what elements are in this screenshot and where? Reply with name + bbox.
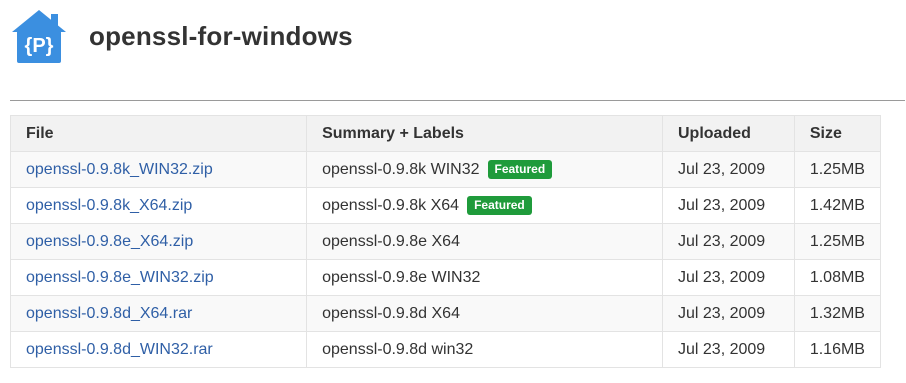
file-cell: openssl-0.9.8e_WIN32.zip: [9, 259, 308, 296]
summary-cell: openssl-0.9.8d X64: [306, 295, 663, 332]
project-header: {P} openssl-for-windows: [0, 0, 906, 100]
featured-badge[interactable]: Featured: [487, 160, 553, 179]
summary-text: openssl-0.9.8d win32: [322, 340, 474, 358]
table-row: openssl-0.9.8e_X64.zip openssl-0.9.8e X6…: [9, 223, 882, 260]
size-cell: 1.32MB: [793, 295, 882, 332]
featured-badge[interactable]: Featured: [467, 196, 532, 215]
summary-cell: openssl-0.9.8d win32: [306, 331, 663, 368]
column-header-summary[interactable]: Summary + Labels: [306, 115, 663, 152]
uploaded-cell: Jul 23, 2009: [662, 259, 795, 296]
summary-text: openssl-0.9.8d X64: [322, 304, 460, 322]
size-cell: 1.08MB: [793, 259, 882, 296]
size-cell: 1.25MB: [793, 151, 882, 188]
table-row: openssl-0.9.8d_WIN32.rar openssl-0.9.8d …: [9, 331, 882, 368]
summary-cell: openssl-0.9.8k WIN32 Featured: [306, 151, 663, 188]
file-cell: openssl-0.9.8d_X64.rar: [9, 295, 308, 332]
summary-cell: openssl-0.9.8e X64: [306, 223, 663, 260]
summary-text: openssl-0.9.8e X64: [322, 232, 460, 250]
header-divider: [10, 100, 905, 101]
summary-cell: openssl-0.9.8k X64 Featured: [306, 187, 663, 224]
file-cell: openssl-0.9.8k_X64.zip: [9, 187, 308, 224]
summary-text: openssl-0.9.8e WIN32: [322, 268, 481, 286]
summary-cell: openssl-0.9.8e WIN32: [306, 259, 663, 296]
uploaded-cell: Jul 23, 2009: [662, 331, 795, 368]
file-download-link[interactable]: openssl-0.9.8k_X64.zip: [26, 197, 192, 214]
file-download-link[interactable]: openssl-0.9.8e_X64.zip: [26, 233, 193, 250]
table-header-row: File Summary + Labels Uploaded Size: [9, 115, 882, 152]
summary-text: openssl-0.9.8k X64: [322, 197, 460, 214]
column-header-uploaded[interactable]: Uploaded: [662, 115, 795, 152]
file-cell: openssl-0.9.8d_WIN32.rar: [9, 331, 308, 368]
column-header-size[interactable]: Size: [793, 115, 882, 152]
file-cell: openssl-0.9.8k_WIN32.zip: [9, 151, 308, 188]
file-download-link[interactable]: openssl-0.9.8d_X64.rar: [26, 305, 192, 322]
table-row: openssl-0.9.8k_WIN32.zip openssl-0.9.8k …: [9, 151, 882, 188]
file-cell: openssl-0.9.8e_X64.zip: [9, 223, 308, 260]
table-row: openssl-0.9.8k_X64.zip openssl-0.9.8k X6…: [9, 187, 882, 224]
uploaded-cell: Jul 23, 2009: [662, 223, 795, 260]
summary-text: openssl-0.9.8k WIN32: [322, 161, 480, 178]
size-cell: 1.16MB: [793, 331, 882, 368]
size-cell: 1.25MB: [793, 223, 882, 260]
downloads-table: File Summary + Labels Uploaded Size open…: [9, 115, 882, 368]
file-download-link[interactable]: openssl-0.9.8k_WIN32.zip: [26, 161, 213, 178]
column-header-file[interactable]: File: [9, 115, 308, 152]
file-download-link[interactable]: openssl-0.9.8e_WIN32.zip: [26, 269, 214, 286]
table-row: openssl-0.9.8e_WIN32.zip openssl-0.9.8e …: [9, 259, 882, 296]
uploaded-cell: Jul 23, 2009: [662, 187, 795, 224]
uploaded-cell: Jul 23, 2009: [662, 151, 795, 188]
logo-letter: {P}: [25, 35, 54, 57]
project-logo-icon[interactable]: {P}: [10, 8, 68, 64]
uploaded-cell: Jul 23, 2009: [662, 295, 795, 332]
size-cell: 1.42MB: [793, 187, 882, 224]
project-title[interactable]: openssl-for-windows: [89, 21, 353, 52]
file-download-link[interactable]: openssl-0.9.8d_WIN32.rar: [26, 341, 213, 358]
table-row: openssl-0.9.8d_X64.rar openssl-0.9.8d X6…: [9, 295, 882, 332]
